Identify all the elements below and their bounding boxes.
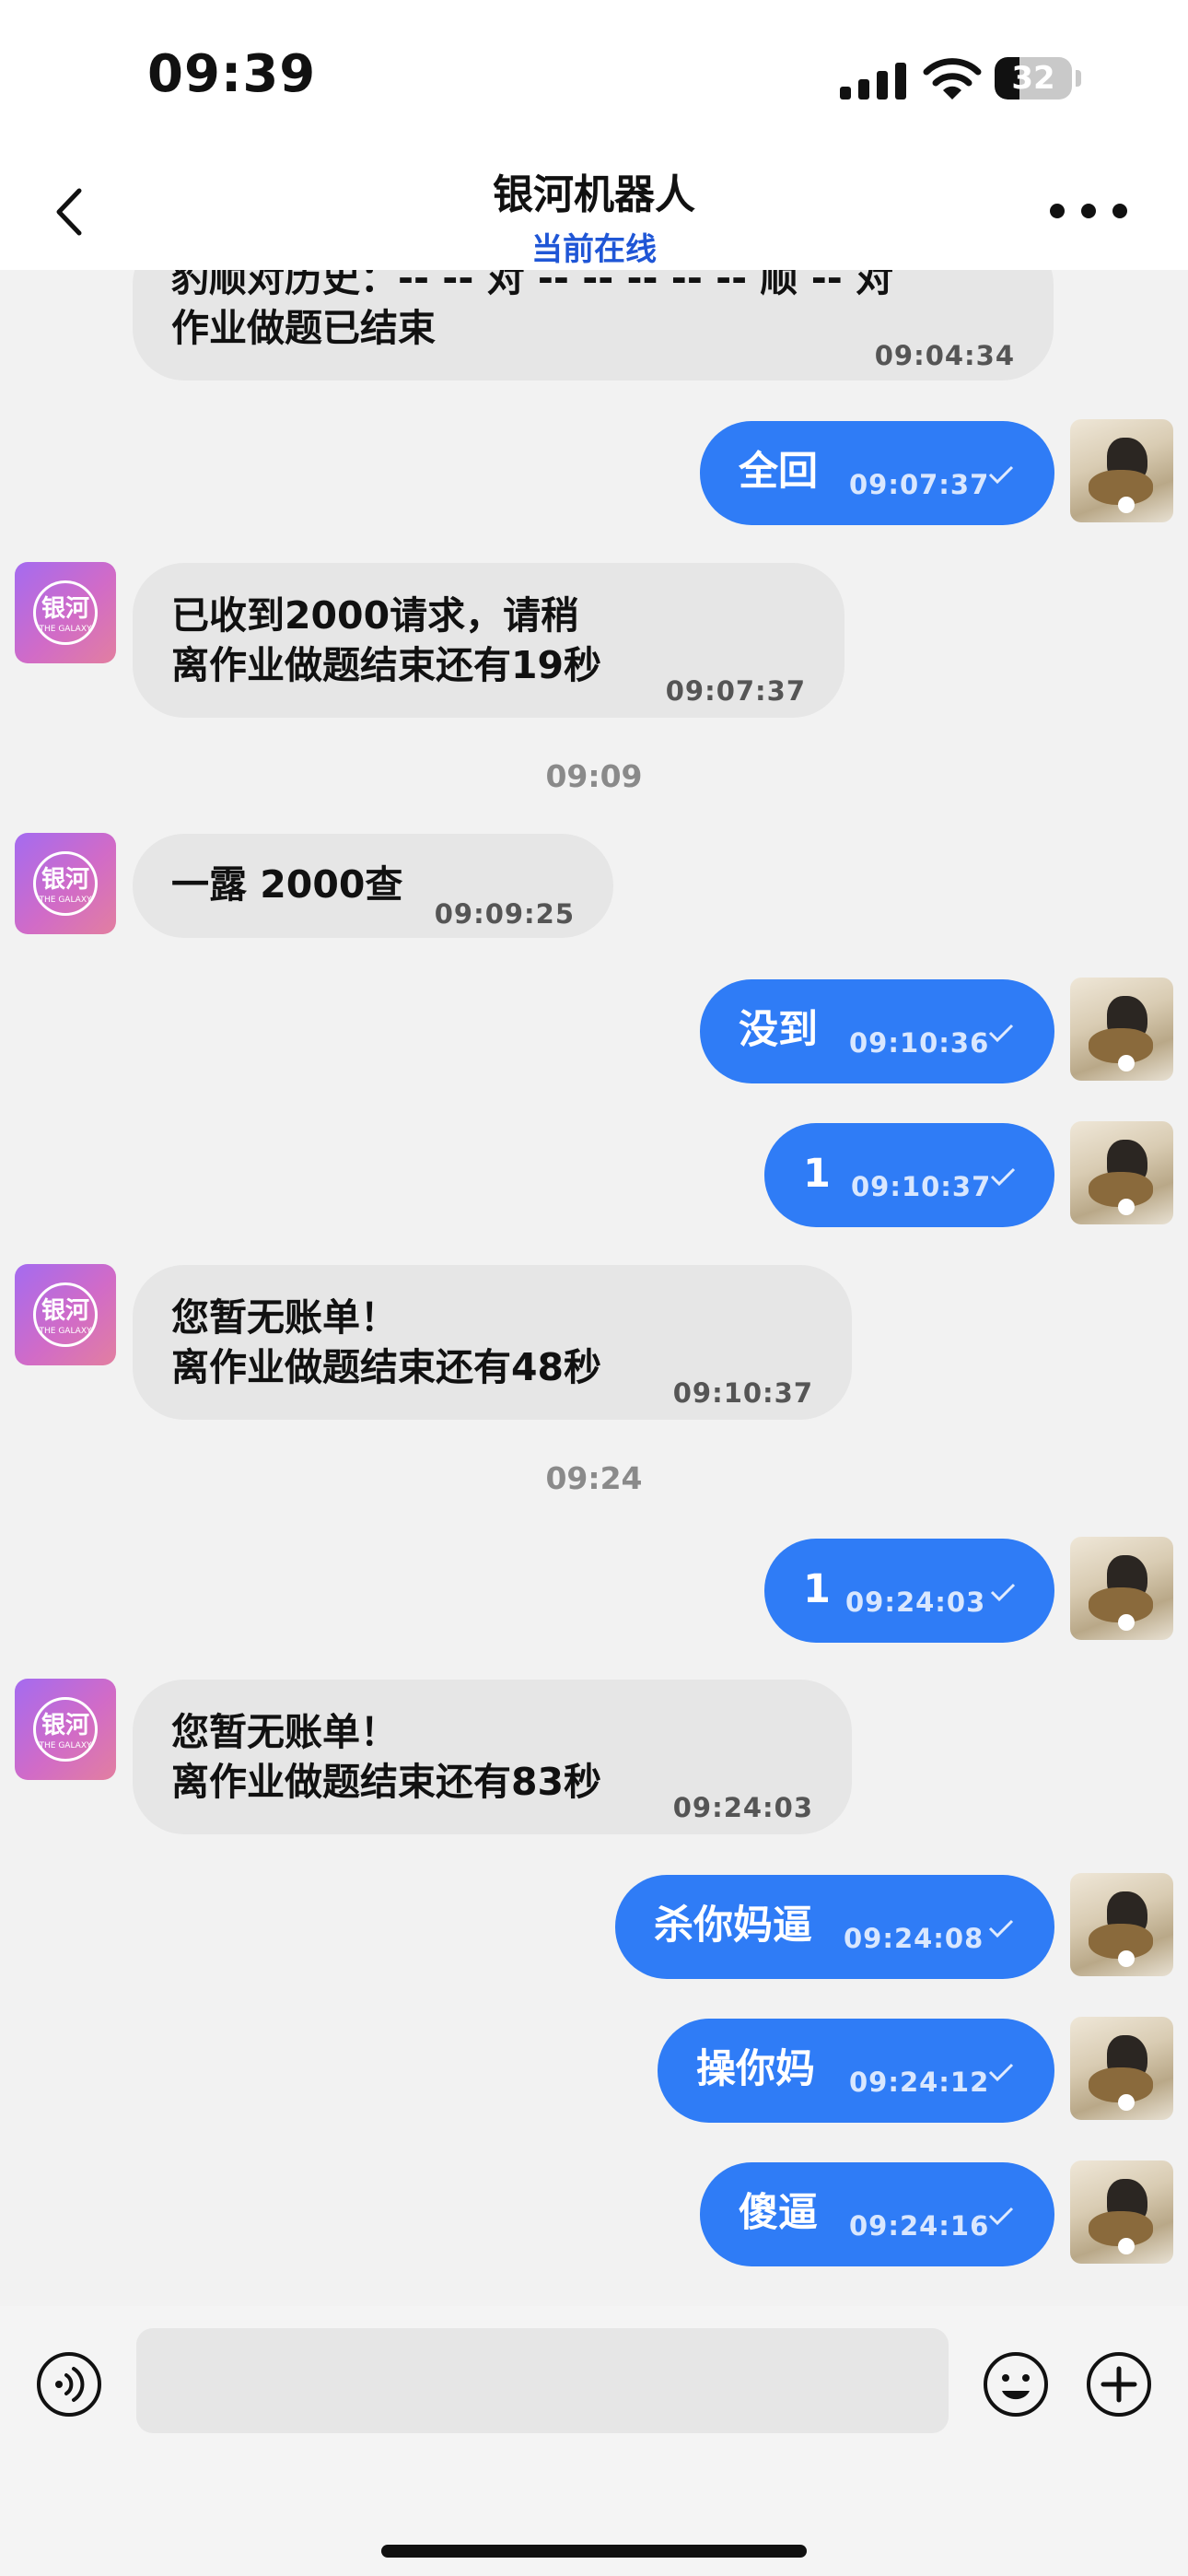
more-horizontal-icon[interactable]	[1050, 196, 1127, 224]
message-text: 傻逼	[739, 2190, 818, 2236]
message-text: 您暂无账单！ 离作业做题结束还有83秒	[171, 1710, 602, 1804]
incoming-message[interactable]: 您暂无账单！ 离作业做题结束还有83秒 09:24:03	[133, 1680, 852, 1834]
message-text: 1	[803, 1566, 831, 1612]
bot-avatar-tag: THE GALAXY	[39, 896, 92, 905]
message-time: 09:24:16	[849, 2210, 990, 2242]
message-time: 09:10:36	[849, 1027, 990, 1059]
message-text: 一露 2000查	[171, 862, 403, 907]
user-avatar[interactable]	[1070, 1873, 1173, 1976]
user-avatar[interactable]	[1070, 978, 1173, 1081]
bot-avatar-tag: THE GALAXY	[39, 1741, 92, 1751]
check-icon	[988, 1024, 1014, 1043]
online-status: 当前在线	[531, 231, 657, 268]
incoming-message[interactable]: 豹顺对历史：-- -- 对 -- -- -- -- -- 顺 -- 对 作业做题…	[133, 270, 1054, 381]
message-time: 09:24:03	[672, 1792, 813, 1823]
outgoing-message[interactable]: 傻逼 09:24:16	[700, 2162, 1054, 2266]
message-text: 您暂无账单！ 离作业做题结束还有48秒	[171, 1295, 602, 1389]
message-text: 豹顺对历史：-- -- 对 -- -- -- -- -- 顺 -- 对 作业做题…	[171, 270, 894, 350]
message-time: 09:04:34	[874, 340, 1015, 371]
bot-avatar[interactable]: 银河 THE GALAXY	[15, 1264, 116, 1365]
bot-avatar[interactable]: 银河 THE GALAXY	[15, 833, 116, 934]
message-time: 09:24:08	[844, 1923, 984, 1954]
battery-level: 32	[1011, 60, 1055, 97]
bot-avatar-glyph: 银河	[41, 866, 89, 894]
message-text: 1	[803, 1151, 831, 1197]
wifi-icon	[923, 58, 982, 100]
outgoing-message[interactable]: 没到 09:10:36	[700, 979, 1054, 1083]
message-time: 09:24:03	[845, 1587, 986, 1618]
incoming-message[interactable]: 已收到2000请求，请稍 离作业做题结束还有19秒 09:07:37	[133, 563, 844, 718]
bot-avatar-glyph: 银河	[41, 1712, 89, 1739]
battery-indicator: 32	[995, 57, 1081, 101]
status-bar: 09:39 32	[0, 0, 1188, 152]
incoming-message[interactable]: 一露 2000查 09:09:25	[133, 834, 613, 938]
plus-circle-icon[interactable]	[1085, 2350, 1153, 2418]
message-time: 09:09:25	[434, 898, 575, 930]
emoji-icon[interactable]	[982, 2350, 1050, 2418]
status-time: 09:39	[147, 44, 317, 104]
composer-bar	[0, 2306, 1188, 2576]
outgoing-message[interactable]: 杀你妈逼 09:24:08	[615, 1875, 1054, 1979]
message-time: 09:07:37	[849, 469, 990, 500]
message-time: 09:10:37	[672, 1377, 813, 1409]
home-indicator[interactable]	[381, 2545, 807, 2558]
bot-avatar-tag: THE GALAXY	[39, 625, 92, 634]
chat-header: 银河机器人 当前在线	[0, 152, 1188, 270]
check-icon	[988, 2207, 1014, 2226]
check-icon	[990, 1167, 1016, 1187]
bot-avatar-tag: THE GALAXY	[39, 1327, 92, 1336]
check-icon	[988, 1919, 1014, 1938]
message-text: 没到	[739, 1007, 818, 1053]
check-icon	[990, 1583, 1016, 1602]
user-avatar[interactable]	[1070, 1121, 1173, 1224]
message-text: 全回	[739, 449, 818, 495]
outgoing-message[interactable]: 1 09:10:37	[764, 1123, 1054, 1227]
message-input[interactable]	[136, 2328, 949, 2433]
bot-avatar[interactable]: 银河 THE GALAXY	[15, 1679, 116, 1780]
message-text: 已收到2000请求，请稍 离作业做题结束还有19秒	[171, 593, 602, 687]
message-time: 09:07:37	[665, 675, 806, 707]
user-avatar[interactable]	[1070, 419, 1173, 522]
message-time: 09:24:12	[849, 2067, 990, 2098]
incoming-message[interactable]: 您暂无账单！ 离作业做题结束还有48秒 09:10:37	[133, 1265, 852, 1420]
outgoing-message[interactable]: 全回 09:07:37	[700, 421, 1054, 525]
outgoing-message[interactable]: 1 09:24:03	[764, 1539, 1054, 1643]
user-avatar[interactable]	[1070, 2017, 1173, 2120]
message-list[interactable]: 豹顺对历史：-- -- 对 -- -- -- -- -- 顺 -- 对 作业做题…	[0, 270, 1188, 2306]
time-divider: 09:09	[545, 758, 643, 794]
message-text: 杀你妈逼	[654, 1903, 812, 1949]
bot-avatar-glyph: 银河	[41, 595, 89, 623]
chat-title: 银河机器人	[493, 171, 695, 218]
check-icon	[988, 465, 1014, 485]
check-icon	[988, 2063, 1014, 2082]
outgoing-message[interactable]: 操你妈 09:24:12	[658, 2019, 1054, 2123]
user-avatar[interactable]	[1070, 1537, 1173, 1640]
bot-avatar-glyph: 银河	[41, 1297, 89, 1325]
message-time: 09:10:37	[851, 1171, 992, 1202]
time-divider: 09:24	[545, 1460, 643, 1496]
voice-icon[interactable]	[35, 2350, 103, 2418]
bot-avatar[interactable]: 银河 THE GALAXY	[15, 562, 116, 663]
cellular-signal-icon	[840, 63, 906, 100]
message-text: 操你妈	[696, 2046, 815, 2092]
user-avatar[interactable]	[1070, 2160, 1173, 2264]
